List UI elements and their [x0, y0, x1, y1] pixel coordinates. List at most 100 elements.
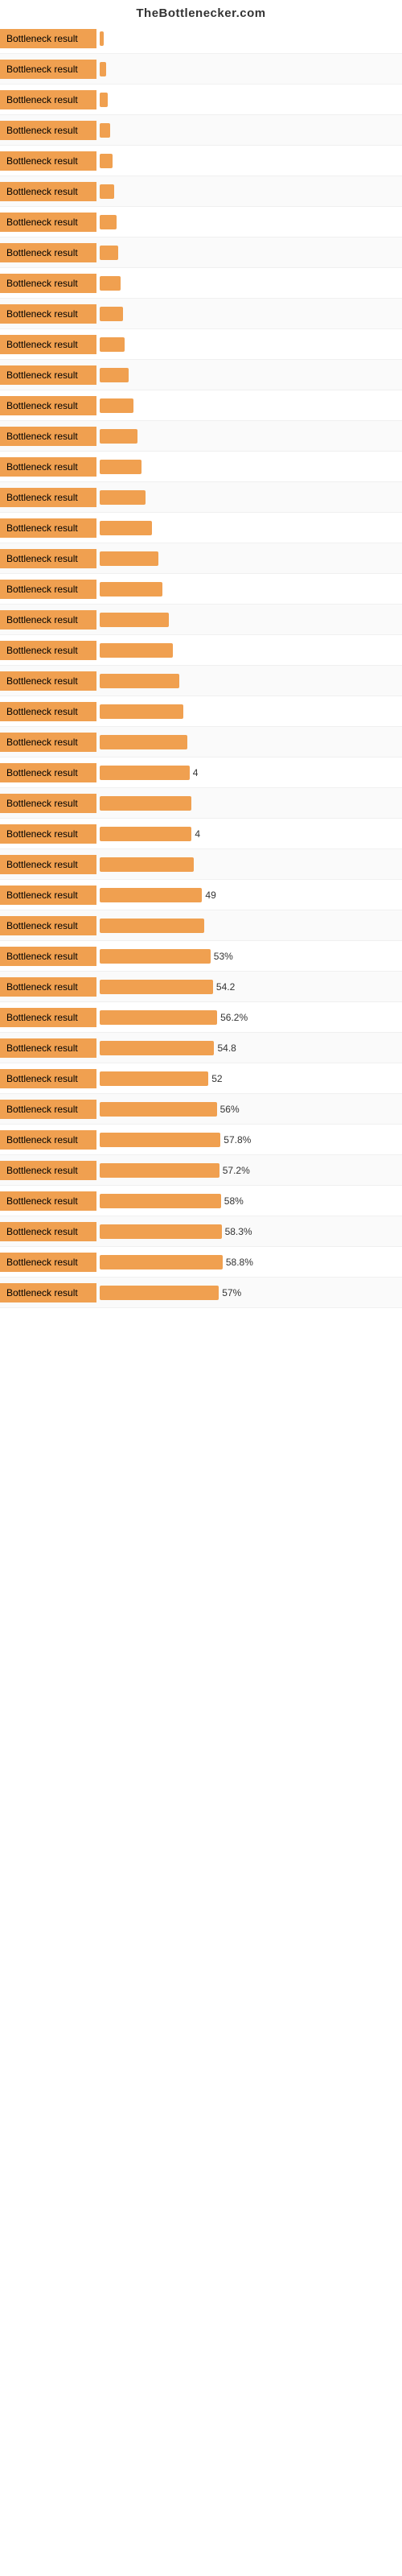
bottleneck-label: Bottleneck result — [0, 1008, 96, 1027]
table-row: Bottleneck result — [0, 452, 402, 482]
bottleneck-label: Bottleneck result — [0, 488, 96, 507]
table-row: Bottleneck result57.8% — [0, 1125, 402, 1155]
bar-cell: 57% — [96, 1282, 402, 1304]
bottleneck-label: Bottleneck result — [0, 916, 96, 935]
bar-cell — [96, 547, 402, 570]
bottleneck-label: Bottleneck result — [0, 977, 96, 997]
bottleneck-label: Bottleneck result — [0, 671, 96, 691]
bar-cell — [96, 58, 402, 80]
table-row: Bottleneck result — [0, 543, 402, 574]
results-list: Bottleneck resultBottleneck resultBottle… — [0, 23, 402, 1308]
table-row: Bottleneck result57% — [0, 1278, 402, 1308]
bar-cell — [96, 211, 402, 233]
bottleneck-label: Bottleneck result — [0, 794, 96, 813]
progress-bar — [100, 1286, 219, 1300]
bottleneck-label: Bottleneck result — [0, 733, 96, 752]
progress-bar — [100, 62, 106, 76]
bar-cell — [96, 119, 402, 142]
bar-cell — [96, 150, 402, 172]
value-text: 58.8% — [226, 1257, 253, 1268]
bar-cell — [96, 180, 402, 203]
value-text: 4 — [195, 828, 200, 840]
progress-bar — [100, 888, 202, 902]
table-row: Bottleneck result — [0, 513, 402, 543]
progress-bar — [100, 368, 129, 382]
table-row: Bottleneck result — [0, 421, 402, 452]
value-text: 57.8% — [224, 1134, 251, 1146]
table-row: Bottleneck result52 — [0, 1063, 402, 1094]
bar-cell — [96, 792, 402, 815]
value-text: 4 — [193, 767, 199, 778]
table-row: Bottleneck result54.8 — [0, 1033, 402, 1063]
bottleneck-label: Bottleneck result — [0, 29, 96, 48]
bottleneck-label: Bottleneck result — [0, 335, 96, 354]
progress-bar — [100, 1255, 223, 1269]
progress-bar — [100, 215, 117, 229]
progress-bar — [100, 827, 191, 841]
progress-bar — [100, 276, 121, 291]
bar-cell: 56% — [96, 1098, 402, 1121]
bottleneck-label: Bottleneck result — [0, 121, 96, 140]
value-text: 54.2 — [216, 981, 235, 993]
bar-cell: 58.3% — [96, 1220, 402, 1243]
table-row: Bottleneck result — [0, 727, 402, 758]
bottleneck-label: Bottleneck result — [0, 1283, 96, 1302]
bar-cell: 4 — [96, 762, 402, 784]
bottleneck-label: Bottleneck result — [0, 1191, 96, 1211]
bottleneck-label: Bottleneck result — [0, 947, 96, 966]
table-row: Bottleneck result — [0, 23, 402, 54]
bar-cell — [96, 731, 402, 753]
table-row: Bottleneck result 58% — [0, 1186, 402, 1216]
table-row: Bottleneck result57.2% — [0, 1155, 402, 1186]
value-text: 52 — [211, 1073, 222, 1084]
bar-cell: 52 — [96, 1067, 402, 1090]
bottleneck-label: Bottleneck result — [0, 213, 96, 232]
bar-cell: 54.2 — [96, 976, 402, 998]
progress-bar — [100, 307, 123, 321]
value-text: 58.3% — [225, 1226, 252, 1237]
table-row: Bottleneck result — [0, 268, 402, 299]
table-row: Bottleneck result — [0, 146, 402, 176]
progress-bar — [100, 1224, 222, 1239]
progress-bar — [100, 460, 142, 474]
table-row: Bottleneck result49 — [0, 880, 402, 910]
bar-cell: 57.8% — [96, 1129, 402, 1151]
table-row: Bottleneck result56% — [0, 1094, 402, 1125]
value-text: 58% — [224, 1195, 244, 1207]
bottleneck-label: Bottleneck result — [0, 610, 96, 630]
bar-cell: 49 — [96, 884, 402, 906]
progress-bar — [100, 766, 190, 780]
table-row: Bottleneck result — [0, 207, 402, 237]
bottleneck-label: Bottleneck result — [0, 855, 96, 874]
progress-bar — [100, 551, 158, 566]
table-row: Bottleneck result — [0, 849, 402, 880]
progress-bar — [100, 337, 125, 352]
table-row: Bottleneck result — [0, 910, 402, 941]
table-row: Bottleneck result — [0, 482, 402, 513]
bar-cell — [96, 456, 402, 478]
progress-bar — [100, 398, 133, 413]
progress-bar — [100, 919, 204, 933]
bar-cell — [96, 853, 402, 876]
bar-cell: 58.8% — [96, 1251, 402, 1274]
progress-bar — [100, 980, 213, 994]
progress-bar — [100, 1010, 217, 1025]
table-row: Bottleneck result4 — [0, 758, 402, 788]
bar-cell: 4 — [96, 823, 402, 845]
bottleneck-label: Bottleneck result — [0, 824, 96, 844]
progress-bar — [100, 613, 169, 627]
bar-cell — [96, 364, 402, 386]
bar-cell — [96, 333, 402, 356]
bottleneck-label: Bottleneck result — [0, 396, 96, 415]
table-row: Bottleneck result — [0, 390, 402, 421]
bar-cell — [96, 486, 402, 509]
bottleneck-label: Bottleneck result — [0, 1222, 96, 1241]
bar-cell — [96, 670, 402, 692]
value-text: 49 — [205, 890, 215, 901]
bar-cell — [96, 609, 402, 631]
progress-bar — [100, 674, 179, 688]
bottleneck-label: Bottleneck result — [0, 60, 96, 79]
progress-bar — [100, 154, 113, 168]
table-row: Bottleneck result53% — [0, 941, 402, 972]
progress-bar — [100, 490, 146, 505]
